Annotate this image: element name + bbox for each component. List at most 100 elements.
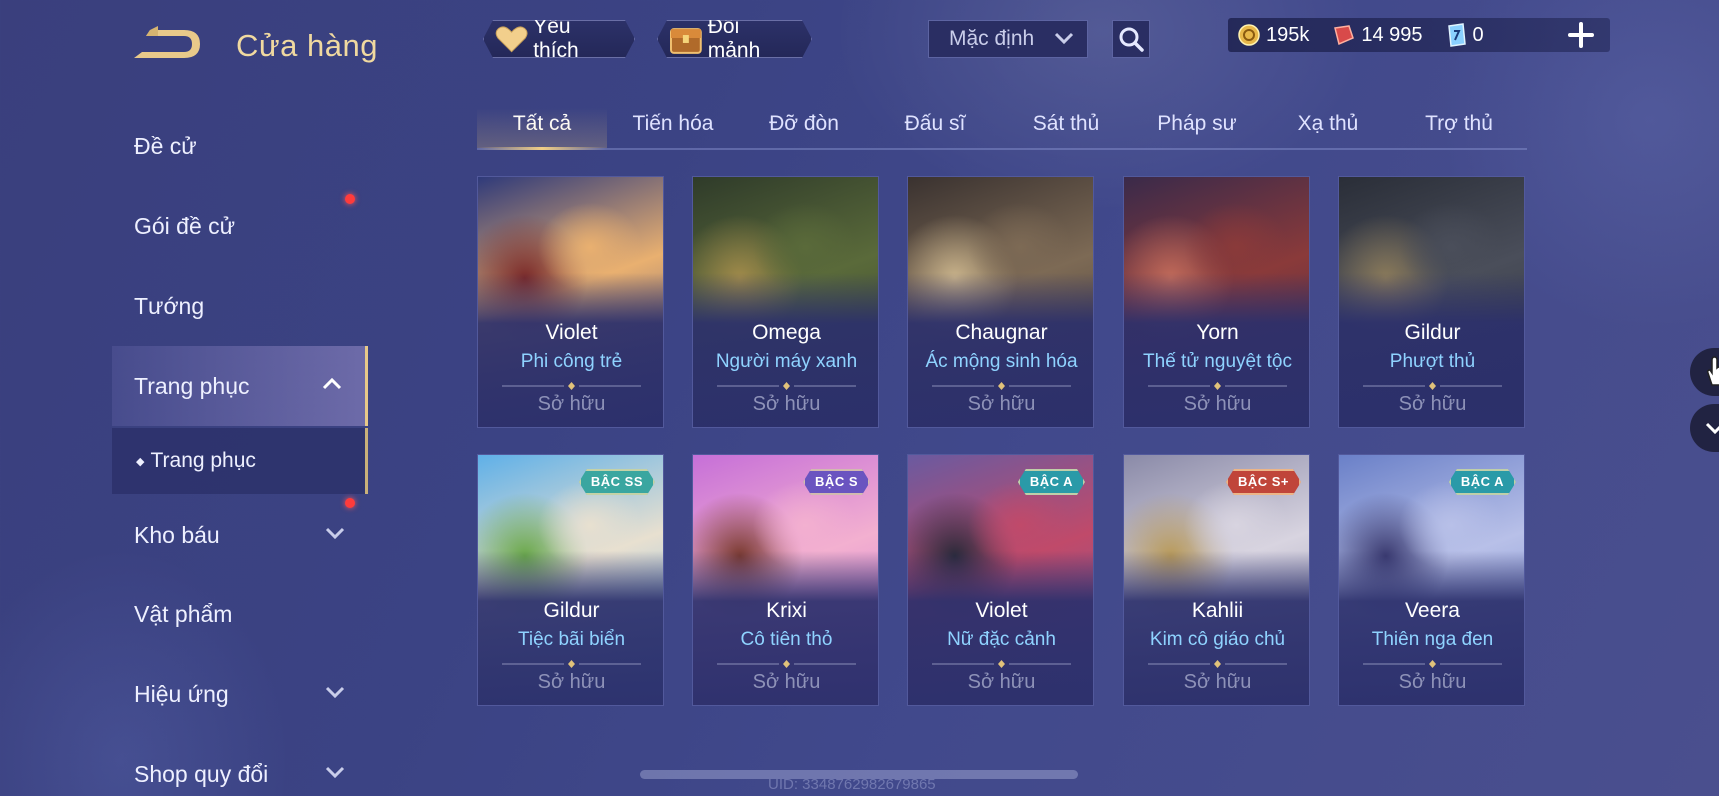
voucher-currency: 14 995 bbox=[1331, 23, 1423, 47]
skin-card[interactable]: Chaugnar Ác mộng sinh hóa Sở hữu bbox=[907, 176, 1094, 428]
sidebar-item-skins[interactable]: Trang phục bbox=[112, 346, 368, 426]
sidebar-item-heroes[interactable]: Tướng bbox=[112, 270, 368, 342]
card-gradient-overlay bbox=[908, 177, 1093, 427]
tab-support[interactable]: Trợ thủ bbox=[1394, 100, 1524, 148]
skin-card[interactable]: BẬC S Krixi Cô tiên thỏ Sở hữu bbox=[692, 454, 879, 706]
tab-all[interactable]: Tất cả bbox=[477, 100, 607, 150]
chevron-down-icon bbox=[325, 527, 345, 540]
gold-amount: 195k bbox=[1266, 23, 1310, 46]
ornament-divider-icon bbox=[1363, 382, 1502, 390]
category-tabs: Tất cả Tiến hóa Đỡ đòn Đấu sĩ Sát thủ Ph… bbox=[477, 100, 1527, 150]
back-arrow-icon bbox=[134, 26, 200, 58]
chevron-down-icon bbox=[325, 766, 345, 779]
skin-card[interactable]: BẬC S+ Kahlii Kim cô giáo chủ Sở hữu bbox=[1123, 454, 1310, 706]
sidebar-item-items[interactable]: Vật phẩm bbox=[112, 574, 368, 654]
favorite-button[interactable]: Yêu thích bbox=[483, 20, 635, 58]
card-gradient-overlay bbox=[478, 177, 663, 427]
sidebar-item-label: Shop quy đổi bbox=[134, 760, 269, 787]
skin-name: Tiệc bãi biển bbox=[517, 629, 626, 650]
currency-bar: 195k 14 995 0 bbox=[1228, 18, 1610, 52]
sidebar-item-exchange-shop[interactable]: Shop quy đổi bbox=[112, 734, 368, 796]
skin-card[interactable]: BẬC SS Gildur Tiệc bãi biển Sở hữu bbox=[477, 454, 664, 706]
skin-card[interactable]: Omega Người máy xanh Sở hữu bbox=[692, 176, 879, 428]
skin-name: Phi công trẻ bbox=[520, 351, 623, 372]
gold-currency: 195k bbox=[1238, 24, 1309, 47]
favorite-label: Yêu thích bbox=[533, 15, 579, 62]
search-icon bbox=[1119, 27, 1144, 52]
tier-badge: BẬC A bbox=[1449, 469, 1516, 495]
sort-dropdown[interactable]: Mặc định bbox=[928, 20, 1088, 58]
sidebar-item-recommended-packs[interactable]: Gói đề cử bbox=[112, 190, 368, 262]
sidebar-item-effects[interactable]: Hiệu ứng bbox=[112, 654, 368, 734]
skin-name: Nữ đặc cảnh bbox=[947, 629, 1056, 650]
ornament-divider-icon bbox=[1363, 660, 1502, 668]
blue-card-icon bbox=[1447, 23, 1466, 47]
skin-name: Thế tử nguyệt tộc bbox=[1143, 351, 1292, 372]
owned-status: Sở hữu bbox=[537, 393, 606, 415]
sidebar-item-label: Đề cử bbox=[134, 132, 197, 159]
tier-badge: BẬC S+ bbox=[1226, 469, 1301, 495]
owned-status: Sở hữu bbox=[1398, 393, 1467, 415]
sidebar-item-label: Tướng bbox=[134, 292, 205, 319]
skin-card[interactable]: Violet Phi công trẻ Sở hữu bbox=[477, 176, 664, 428]
tab-tank[interactable]: Đỡ đòn bbox=[739, 100, 869, 148]
owned-status: Sở hữu bbox=[1183, 671, 1252, 693]
skin-card[interactable]: BẬC A Violet Nữ đặc cảnh Sở hữu bbox=[907, 454, 1094, 706]
exchange-shards-button[interactable]: Đổi mảnh bbox=[657, 20, 812, 58]
tab-marksman[interactable]: Xạ thủ bbox=[1263, 100, 1393, 148]
skin-card[interactable]: Yorn Thế tử nguyệt tộc Sở hữu bbox=[1123, 176, 1310, 428]
hero-name: Yorn bbox=[1196, 321, 1239, 344]
ornament-divider-icon bbox=[502, 382, 641, 390]
hero-name: Kahlii bbox=[1191, 599, 1244, 622]
sidebar-item-label: Hiệu ứng bbox=[134, 680, 229, 707]
tab-warrior[interactable]: Đấu sĩ bbox=[870, 100, 1000, 148]
tab-mage[interactable]: Pháp sư bbox=[1132, 100, 1262, 148]
sidebar-subitem-label: Trang phục bbox=[150, 449, 256, 472]
skin-name: Thiên nga đen bbox=[1371, 629, 1494, 650]
sidebar-subitem-skins[interactable]: ◆ Trang phục bbox=[112, 428, 368, 494]
tab-assassin[interactable]: Sát thủ bbox=[1001, 100, 1131, 148]
sidebar-item-recommended[interactable]: Đề cử bbox=[112, 110, 368, 182]
hand-pointer-icon bbox=[1707, 356, 1719, 386]
sidebar-item-label: Gói đề cử bbox=[134, 212, 236, 239]
ornament-divider-icon bbox=[717, 660, 856, 668]
sidebar-item-label: Vật phẩm bbox=[134, 600, 233, 627]
sidebar-item-treasure[interactable]: Kho báu bbox=[112, 495, 368, 575]
owned-status: Sở hữu bbox=[1183, 393, 1252, 415]
skin-card[interactable]: BẬC A Veera Thiên nga đen Sở hữu bbox=[1338, 454, 1525, 706]
skin-card[interactable]: Gildur Phượt thủ Sở hữu bbox=[1338, 176, 1525, 428]
red-voucher-icon bbox=[1334, 25, 1355, 46]
ornament-divider-icon bbox=[1148, 660, 1287, 668]
hero-name: Gildur bbox=[543, 599, 600, 622]
owned-status: Sở hữu bbox=[537, 671, 606, 693]
notification-dot bbox=[345, 194, 355, 204]
hero-name: Gildur bbox=[1404, 321, 1461, 344]
coupon-amount: 0 bbox=[1472, 23, 1484, 46]
scroll-down-button[interactable] bbox=[1690, 404, 1719, 452]
hero-name: Omega bbox=[752, 321, 821, 344]
card-gradient-overlay bbox=[1124, 177, 1309, 427]
skin-name: Phượt thủ bbox=[1389, 351, 1476, 372]
hand-pointer-button[interactable] bbox=[1690, 348, 1719, 396]
chevron-down-icon bbox=[1705, 422, 1719, 435]
hero-name: Violet bbox=[545, 321, 598, 344]
chevron-down-icon bbox=[1054, 32, 1074, 45]
ornament-divider-icon bbox=[717, 382, 856, 390]
hero-name: Violet bbox=[975, 599, 1028, 622]
owned-status: Sở hữu bbox=[752, 393, 821, 415]
tier-badge: BẬC A bbox=[1018, 469, 1085, 495]
notification-dot bbox=[345, 498, 355, 508]
card-gradient-overlay bbox=[1339, 177, 1524, 427]
chevron-down-icon bbox=[325, 686, 345, 699]
voucher-amount: 14 995 bbox=[1361, 23, 1423, 46]
tab-evolution[interactable]: Tiến hóa bbox=[608, 100, 738, 148]
back-button[interactable] bbox=[132, 24, 206, 64]
sidebar-item-label: Trang phục bbox=[134, 372, 250, 399]
add-currency-button[interactable] bbox=[1566, 20, 1596, 50]
gold-coin-icon bbox=[1238, 24, 1260, 46]
ornament-divider-icon bbox=[502, 660, 641, 668]
sidebar-item-label: Kho báu bbox=[134, 521, 220, 548]
search-button[interactable] bbox=[1112, 20, 1150, 58]
skin-name: Kim cô giáo chủ bbox=[1149, 629, 1286, 650]
heart-icon bbox=[494, 24, 529, 54]
